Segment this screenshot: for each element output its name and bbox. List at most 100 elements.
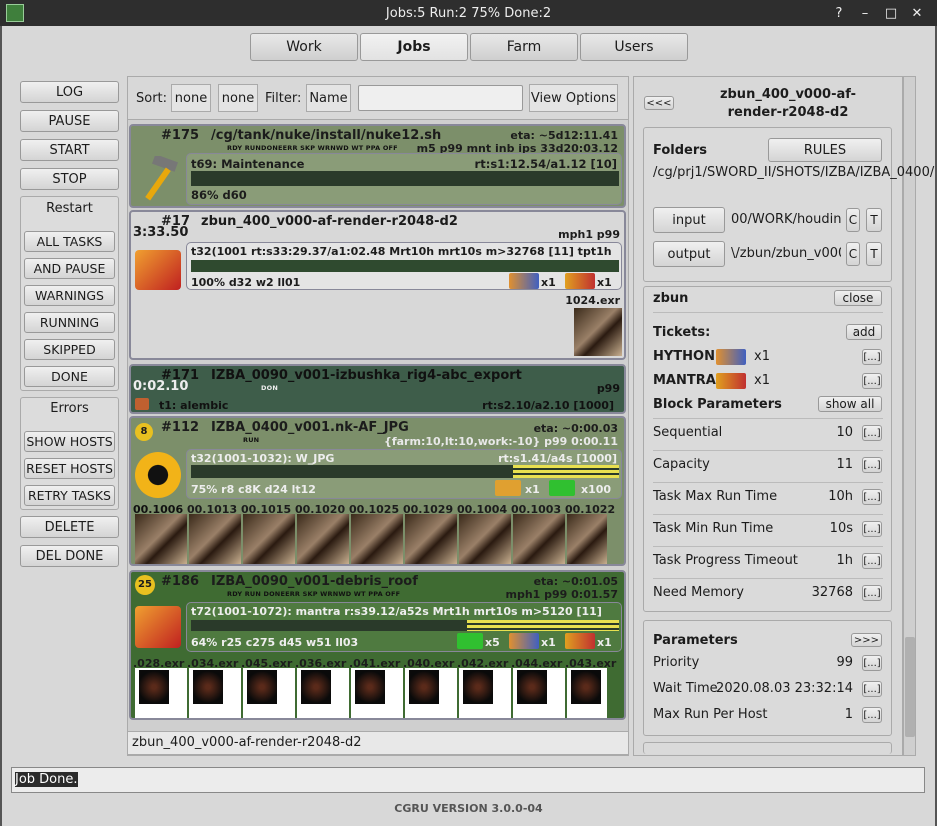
stop-button[interactable]: STOP [20, 168, 119, 190]
ticket-edit-button[interactable]: [...] [862, 349, 882, 365]
ticket-count: x1 [754, 349, 770, 364]
delete-button[interactable]: DELETE [20, 516, 119, 538]
thumbnail[interactable] [297, 514, 349, 564]
retry-tasks-button[interactable]: RETRY TASKS [24, 485, 115, 506]
restart-running-button[interactable]: RUNNING [24, 312, 115, 333]
param-edit-button[interactable]: [...] [862, 457, 882, 473]
block-name: t69: Maintenance [191, 157, 305, 171]
sort-primary-select[interactable]: none [171, 84, 211, 112]
job-row[interactable]: 8 #112 IZBA_0400_v001.nk-AF_JPG eta: ~0:… [129, 416, 626, 566]
block-progress-bar [191, 620, 619, 631]
block-row[interactable]: t32(1001-1032): W_JPG rt:s1.41/a4s [1000… [186, 449, 622, 499]
thumbnail[interactable] [513, 668, 565, 718]
scrollbar-thumb[interactable] [905, 637, 915, 737]
show-all-button[interactable]: show all [818, 396, 882, 412]
sort-label: Sort: [136, 91, 168, 106]
thumbnail[interactable] [574, 308, 622, 356]
input-copy-button[interactable]: C [846, 208, 860, 232]
help-icon[interactable]: ? [829, 3, 849, 23]
output-terminal-button[interactable]: T [866, 242, 882, 266]
input-terminal-button[interactable]: T [866, 208, 882, 232]
thumbnail[interactable] [189, 514, 241, 564]
param-name: Max Run Per Host [653, 707, 768, 722]
log-button[interactable]: LOG [20, 81, 119, 103]
restart-done-button[interactable]: DONE [24, 366, 115, 387]
thumbnail[interactable] [297, 668, 349, 718]
thumbnail[interactable] [567, 668, 607, 718]
minimize-icon[interactable]: – [855, 3, 875, 23]
reset-hosts-button[interactable]: RESET HOSTS [24, 458, 115, 479]
thumbnail[interactable] [405, 514, 457, 564]
job-row[interactable]: #175 /cg/tank/nuke/install/nuke12.sh eta… [129, 124, 626, 208]
frames-labels: 00.1006 00.1013 00.1015 00.1020 00.1025 00.10… [133, 502, 625, 514]
tab-jobs[interactable]: Jobs [360, 33, 468, 61]
restart-warnings-button[interactable]: WARNINGS [24, 285, 115, 306]
param-edit-button[interactable]: [...] [862, 655, 882, 671]
ticket-name: MANTRA [653, 373, 716, 388]
block-name: t32(1001 rt:s33:29.37/a1:02.48 Mrt10h mr… [191, 245, 612, 258]
add-ticket-button[interactable]: add [846, 324, 882, 340]
del-done-button[interactable]: DEL DONE [20, 545, 119, 567]
memory-ticket-icon [457, 633, 483, 649]
job-states: RDY RUNDONEERR SKP WRNWD WT PPA OFF [227, 144, 398, 152]
output-copy-button[interactable]: C [846, 242, 860, 266]
thumbnail[interactable] [135, 514, 187, 564]
thumbnail-label: 1024.exr [565, 294, 620, 307]
param-edit-button[interactable]: [...] [862, 707, 882, 723]
job-row[interactable]: #171 IZBA_0090_v001-izbushka_rig4-abc_ex… [129, 364, 626, 414]
restart-and-pause-button[interactable]: AND PAUSE [24, 258, 115, 279]
job-row[interactable]: #17 zbun_400_v000-af-render-r2048-d2 3:3… [129, 210, 626, 360]
job-eta: eta: ~0:01.05 [533, 575, 618, 588]
rules-button[interactable]: RULES [768, 138, 882, 162]
ticket-edit-button[interactable]: [...] [862, 373, 882, 389]
tab-work[interactable]: Work [250, 33, 358, 61]
filter-input[interactable] [358, 85, 523, 111]
frame-label: 00.1025 [349, 503, 400, 514]
mantra-ticket-icon [565, 273, 595, 289]
back-button[interactable]: <<< [644, 96, 674, 110]
param-edit-button[interactable]: [...] [862, 681, 882, 697]
param-edit-button[interactable]: [...] [862, 585, 882, 601]
view-options-button[interactable]: View Options [529, 84, 618, 112]
thumbnail[interactable] [459, 668, 511, 718]
restart-skipped-button[interactable]: SKIPPED [24, 339, 115, 360]
thumbnail[interactable] [513, 514, 565, 564]
houdini-icon [135, 250, 181, 290]
frame-label: .028.exr [133, 657, 185, 668]
thumbnail[interactable] [351, 668, 403, 718]
tab-users[interactable]: Users [580, 33, 688, 61]
thumbnail[interactable] [459, 514, 511, 564]
maximize-icon[interactable]: □ [881, 3, 901, 23]
filter-field-select[interactable]: Name [306, 84, 351, 112]
thumbnail[interactable] [135, 668, 187, 718]
thumbnail[interactable] [189, 668, 241, 718]
job-id: #112 [161, 420, 200, 435]
block-row[interactable]: t69: Maintenance rt:s1:12.54/a1.12 [10] … [186, 153, 622, 205]
restart-all-tasks-button[interactable]: ALL TASKS [24, 231, 115, 252]
job-row[interactable]: 25 #186 IZBA_0090_v001-debris_roof eta: … [129, 570, 626, 720]
thumbnail[interactable] [405, 668, 457, 718]
job-name: /cg/tank/nuke/install/nuke12.sh [211, 128, 442, 143]
param-edit-button[interactable]: [...] [862, 489, 882, 505]
sort-secondary-select[interactable]: none [218, 84, 258, 112]
close-block-button[interactable]: close [834, 290, 882, 306]
thumbnail[interactable] [567, 514, 607, 564]
thumbnail[interactable] [243, 668, 295, 718]
ticket-nuke [495, 480, 521, 496]
ticket-count: x1 [597, 276, 612, 289]
param-edit-button[interactable]: [...] [862, 425, 882, 441]
start-button[interactable]: START [20, 139, 119, 161]
tab-farm[interactable]: Farm [470, 33, 578, 61]
thumbnail[interactable] [243, 514, 295, 564]
thumbnail[interactable] [351, 514, 403, 564]
show-hosts-button[interactable]: SHOW HOSTS [24, 431, 115, 452]
output-button[interactable]: output [653, 241, 725, 267]
param-edit-button[interactable]: [...] [862, 521, 882, 537]
block-row[interactable]: t32(1001 rt:s33:29.37/a1:02.48 Mrt10h mr… [186, 242, 622, 290]
pause-button[interactable]: PAUSE [20, 110, 119, 132]
param-edit-button[interactable]: [...] [862, 553, 882, 569]
close-icon[interactable]: ✕ [907, 3, 927, 23]
block-row[interactable]: t72(1001-1072): mantra r:s39.12/a52s Mrt… [186, 602, 622, 652]
input-button[interactable]: input [653, 207, 725, 233]
params-expand-button[interactable]: >>> [851, 633, 882, 647]
